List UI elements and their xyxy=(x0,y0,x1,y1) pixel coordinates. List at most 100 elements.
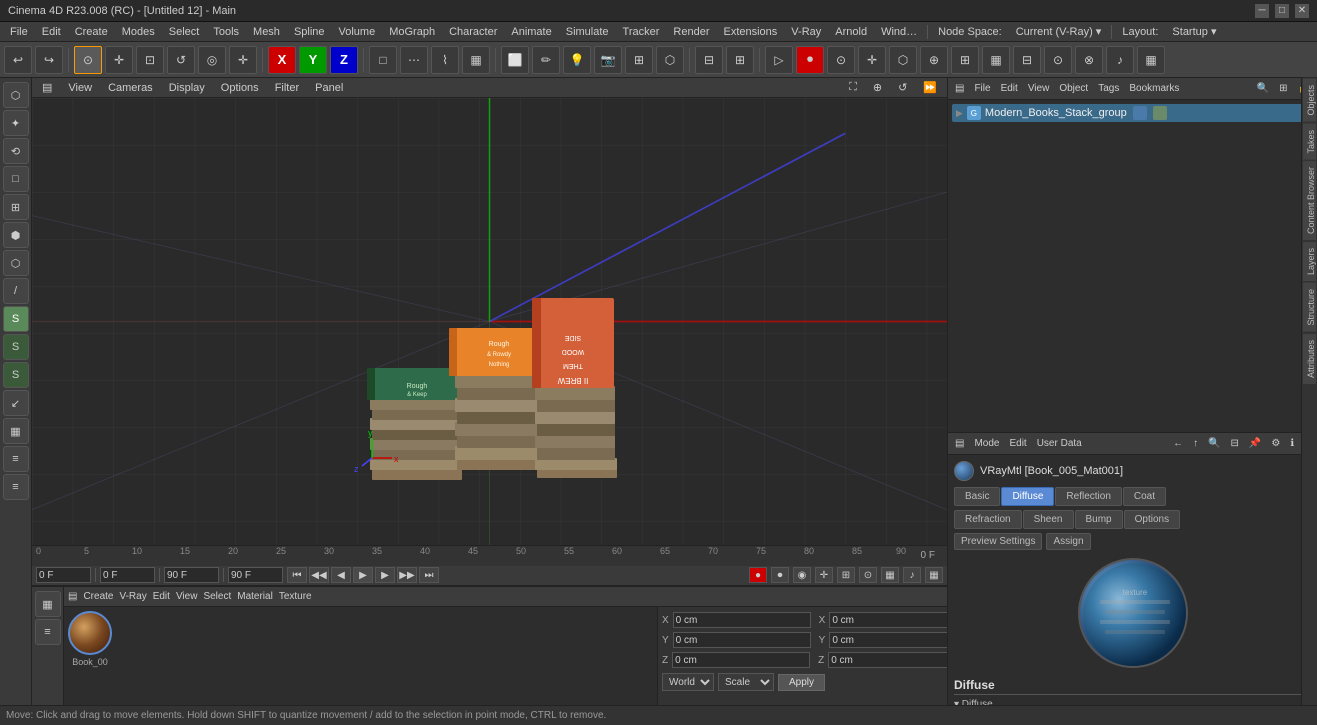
ls-btn-layers[interactable]: ≡ xyxy=(3,446,29,472)
ls-btn-3[interactable]: ⟲ xyxy=(3,138,29,164)
mat-tb-material[interactable]: Material xyxy=(237,591,273,602)
key-btn3[interactable]: ⊞ xyxy=(837,567,855,583)
vp-menu-options[interactable]: Options xyxy=(217,82,263,94)
render-settings-button[interactable]: ⊙ xyxy=(827,46,855,74)
menu-spline[interactable]: Spline xyxy=(288,24,331,40)
menu-modes[interactable]: Modes xyxy=(116,24,161,40)
deformer-button[interactable]: ⊞ xyxy=(625,46,653,74)
mat-item-book00[interactable]: Book_00 xyxy=(68,611,112,667)
tab-structure[interactable]: Structure xyxy=(1302,282,1317,333)
tool5-button[interactable]: ◎ xyxy=(198,46,226,74)
camera-button[interactable]: 📷 xyxy=(594,46,622,74)
menu-arnold[interactable]: Arnold xyxy=(829,24,873,40)
menu-select[interactable]: Select xyxy=(163,24,206,40)
obj-expand-icon[interactable]: ▶ xyxy=(956,108,963,119)
menu-mograph[interactable]: MoGraph xyxy=(383,24,441,40)
attr-info[interactable]: ℹ xyxy=(1287,437,1297,450)
snap-button[interactable]: ⊟ xyxy=(695,46,723,74)
obj-filter-icon[interactable]: ⊞ xyxy=(1276,82,1290,95)
mat-tb-edit[interactable]: Edit xyxy=(153,591,170,602)
toolbar-extra5[interactable]: ▦ xyxy=(982,46,1010,74)
mat-tb-create[interactable]: Create xyxy=(83,591,113,602)
attr-nav-up[interactable]: ↑ xyxy=(1190,437,1201,450)
vp-icon1[interactable]: ⛶ xyxy=(845,81,861,94)
attr-gear[interactable]: ⚙ xyxy=(1268,437,1283,450)
vp-menu-cameras[interactable]: Cameras xyxy=(104,82,157,94)
menu-file[interactable]: File xyxy=(4,24,34,40)
mat-tb-select[interactable]: Select xyxy=(203,591,231,602)
vp-icon4[interactable]: ⏩ xyxy=(919,81,941,94)
rotate-tool-button[interactable]: ↺ xyxy=(167,46,195,74)
menu-edit[interactable]: Edit xyxy=(36,24,67,40)
attr-pin[interactable]: 📌 xyxy=(1246,437,1264,450)
coord-system-dropdown[interactable]: World Local xyxy=(662,673,714,691)
attr-filter[interactable]: ⊟ xyxy=(1228,437,1242,450)
transform-mode-dropdown[interactable]: Scale Move Rotate xyxy=(718,673,774,691)
draw-button[interactable]: ✏ xyxy=(532,46,560,74)
ls-btn-2[interactable]: ✦ xyxy=(3,110,29,136)
x-pos-input[interactable] xyxy=(673,612,811,628)
tab-diffuse[interactable]: Diffuse xyxy=(1001,487,1054,506)
cube-button[interactable]: ⬜ xyxy=(501,46,529,74)
x-axis-button[interactable]: X xyxy=(268,46,296,74)
prev-key-button[interactable]: ◀◀ xyxy=(309,567,329,583)
tab-coat[interactable]: Coat xyxy=(1123,487,1166,506)
mograph-button[interactable]: ⬡ xyxy=(656,46,684,74)
mat-sb-2[interactable]: ≡ xyxy=(35,619,61,645)
obj-visibility-btn[interactable] xyxy=(1153,106,1167,120)
key-btn2[interactable]: ✛ xyxy=(815,567,833,583)
vp-icon2[interactable]: ⊕ xyxy=(869,81,886,94)
next-key-button[interactable]: ▶▶ xyxy=(397,567,417,583)
tab-layers[interactable]: Layers xyxy=(1302,241,1317,282)
tab-takes[interactable]: Takes xyxy=(1302,123,1317,161)
extra-btn[interactable]: ▦ xyxy=(925,567,943,583)
ls-btn-grid[interactable]: ▦ xyxy=(3,418,29,444)
attr-search[interactable]: 🔍 xyxy=(1205,437,1223,450)
key-btn4[interactable]: ⊙ xyxy=(859,567,877,583)
attr-tb-edit[interactable]: Edit xyxy=(1006,437,1029,450)
ls-btn-4[interactable]: □ xyxy=(3,166,29,192)
obj-tb-edit[interactable]: Edit xyxy=(998,82,1021,95)
toolbar-extra10[interactable]: ▦ xyxy=(1137,46,1165,74)
frame-end1-input[interactable] xyxy=(164,567,219,583)
menu-vray[interactable]: V-Ray xyxy=(785,24,827,40)
maximize-button[interactable]: □ xyxy=(1275,4,1289,18)
mat-sb-1[interactable]: ▦ xyxy=(35,591,61,617)
vp-menu-view[interactable]: View xyxy=(64,82,96,94)
timeline-ruler[interactable]: 0 5 10 15 20 25 30 35 40 45 50 55 60 65 xyxy=(32,546,947,566)
undo-button[interactable]: ↩ xyxy=(4,46,32,74)
menu-tools[interactable]: Tools xyxy=(207,24,245,40)
obj-mode-button[interactable]: □ xyxy=(369,46,397,74)
menu-tracker[interactable]: Tracker xyxy=(617,24,666,40)
redo-button[interactable]: ↪ xyxy=(35,46,63,74)
toolbar-extra7[interactable]: ⊙ xyxy=(1044,46,1072,74)
z-size-input[interactable] xyxy=(828,652,966,668)
ls-btn-S1[interactable]: S xyxy=(3,306,29,332)
obj-tb-tags[interactable]: Tags xyxy=(1095,82,1122,95)
close-button[interactable]: ✕ xyxy=(1295,4,1309,18)
attr-tb-userdata[interactable]: User Data xyxy=(1034,437,1085,450)
vp-icon3[interactable]: ↺ xyxy=(894,81,911,94)
z-axis-button[interactable]: Z xyxy=(330,46,358,74)
assign-btn[interactable]: Assign xyxy=(1046,533,1090,550)
obj-tb-icon[interactable]: ▤ xyxy=(952,82,967,95)
tool6-button[interactable]: ✛ xyxy=(229,46,257,74)
toolbar-extra8[interactable]: ⊗ xyxy=(1075,46,1103,74)
light-button[interactable]: 💡 xyxy=(563,46,591,74)
ls-btn-8[interactable]: / xyxy=(3,278,29,304)
goto-start-button[interactable]: ⏮ xyxy=(287,567,307,583)
edge-mode-button[interactable]: ⌇ xyxy=(431,46,459,74)
menu-character[interactable]: Character xyxy=(443,24,503,40)
tab-bump[interactable]: Bump xyxy=(1075,510,1123,529)
step-fwd-button[interactable]: ▶ xyxy=(375,567,395,583)
mat-tb-icon[interactable]: ▤ xyxy=(68,591,77,602)
ls-btn-arrow[interactable]: ↙ xyxy=(3,390,29,416)
render-active-button[interactable]: ⏺ xyxy=(796,46,824,74)
preview-settings-btn[interactable]: Preview Settings xyxy=(954,533,1042,550)
attr-tb-mode[interactable]: Mode xyxy=(971,437,1002,450)
frame-end2-input[interactable] xyxy=(228,567,283,583)
audio-btn[interactable]: ♪ xyxy=(903,567,921,583)
toolbar-extra6[interactable]: ⊟ xyxy=(1013,46,1041,74)
play-button[interactable]: ▶ xyxy=(353,567,373,583)
obj-tb-view[interactable]: View xyxy=(1025,82,1053,95)
